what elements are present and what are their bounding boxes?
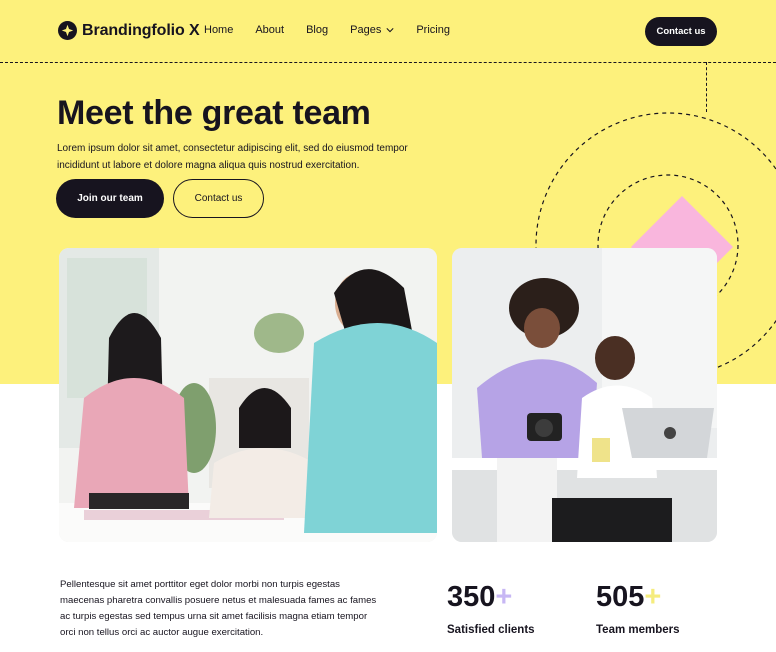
plus-icon: + <box>644 581 662 613</box>
join-our-team-button[interactable]: Join our team <box>56 179 164 218</box>
chevron-down-icon <box>386 28 394 33</box>
top-navbar: Brandingfolio X Home About Blog Pages Pr… <box>0 0 776 62</box>
contact-us-nav-button[interactable]: Contact us <box>645 17 717 46</box>
dashed-vertical-line <box>706 62 707 112</box>
team-photo-camera-review <box>452 248 717 542</box>
brand-logo[interactable]: Brandingfolio X <box>58 21 200 40</box>
plus-icon: + <box>495 581 513 613</box>
stat-value: 350+ <box>447 580 535 614</box>
stat-label: Satisfied clients <box>447 624 535 636</box>
dashed-divider <box>0 62 776 63</box>
stat-value: 505+ <box>596 580 680 614</box>
hero-subtitle: Lorem ipsum dolor sit amet, consectetur … <box>57 143 408 171</box>
star-badge-icon <box>58 21 77 40</box>
stat-number: 505 <box>596 581 645 613</box>
body-paragraph: Pellentesque sit amet porttitor eget dol… <box>60 579 377 638</box>
team-photo-women-working <box>59 248 437 542</box>
contact-us-hero-button[interactable]: Contact us <box>173 179 264 218</box>
stat-satisfied-clients: 350+ Satisfied clients <box>447 580 535 636</box>
nav-item-pages-label: Pages <box>350 24 382 36</box>
stat-team-members: 505+ Team members <box>596 580 680 636</box>
page-title: Meet the great team <box>57 94 371 132</box>
nav-item-pricing[interactable]: Pricing <box>416 24 450 36</box>
nav-links: Home About Blog Pages Pricing <box>204 24 472 36</box>
brand-name: Brandingfolio X <box>82 21 200 39</box>
stat-number: 350 <box>447 581 496 613</box>
nav-item-pages[interactable]: Pages <box>350 24 394 36</box>
stat-label: Team members <box>596 624 680 636</box>
nav-item-about[interactable]: About <box>255 24 284 36</box>
nav-item-home[interactable]: Home <box>204 24 233 36</box>
nav-item-blog[interactable]: Blog <box>306 24 328 36</box>
